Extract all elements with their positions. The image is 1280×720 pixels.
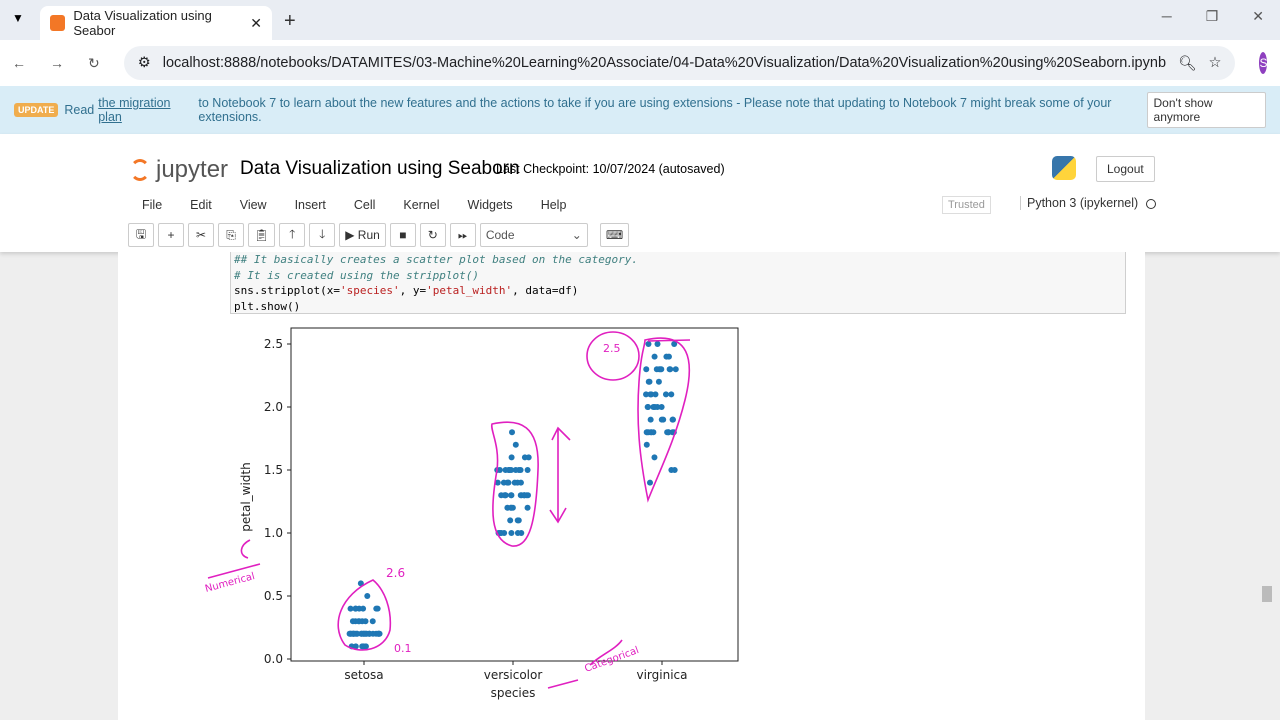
page-scrollbar[interactable] <box>1262 586 1272 602</box>
python-logo-icon <box>1052 156 1076 180</box>
site-info-icon[interactable]: ⚙ <box>138 55 151 71</box>
cell-type-select[interactable]: Code ⌄ <box>479 223 588 247</box>
interrupt-button[interactable]: ■ <box>389 223 416 247</box>
banner-text-pre: Read <box>64 103 95 117</box>
menu-edit[interactable]: Edit <box>190 198 212 212</box>
profile-avatar[interactable]: S <box>1259 52 1268 74</box>
address-bar: ← → ↻ ⚙ localhost:8888/notebooks/DATAMIT… <box>0 40 1280 86</box>
update-banner: UPDATE Read the migration plan to Notebo… <box>0 86 1280 134</box>
update-badge: UPDATE <box>14 103 59 117</box>
jupyter-logo[interactable]: jupyter <box>130 156 228 184</box>
code-cell[interactable]: ## It basically creates a scatter plot b… <box>230 252 1126 314</box>
dont-show-anymore-button[interactable]: Don't show anymore <box>1146 92 1266 128</box>
migration-plan-link[interactable]: the migration plan <box>98 96 194 124</box>
banner-text: to Notebook 7 to learn about the new fea… <box>198 96 1112 124</box>
code-token: , y= <box>399 284 427 297</box>
browser-tab[interactable]: Data Visualization using Seabor ✕ <box>40 6 272 40</box>
restart-run-all-button[interactable]: ⏩︎ <box>449 223 476 247</box>
run-label: Run <box>357 228 380 242</box>
restart-button[interactable]: ↻ <box>419 223 446 247</box>
code-line: # It is created using the stripplot() <box>234 268 480 282</box>
cut-button[interactable]: ✂ <box>188 223 214 247</box>
cell-type-value: Code <box>485 228 515 242</box>
checkpoint-status: Last Checkpoint: 10/07/2024 (autosaved) <box>496 162 725 176</box>
code-line: ## It basically creates a scatter plot b… <box>234 253 638 266</box>
tab-search-icon[interactable]: ▼ <box>12 11 24 25</box>
copy-button[interactable]: ⎘ <box>218 223 244 247</box>
forward-icon[interactable]: → <box>50 55 64 71</box>
menu-bar: File Edit View Insert Cell Kernel Widget… <box>128 192 1152 218</box>
menu-cell[interactable]: Cell <box>354 198 376 212</box>
chevron-down-icon: ⌄ <box>571 228 582 242</box>
close-window-icon[interactable]: ✕ <box>1252 8 1264 25</box>
close-tab-icon[interactable]: ✕ <box>250 15 262 32</box>
jupyter-logo-icon <box>130 159 150 181</box>
notebook-title[interactable]: Data Visualization using Seaborn <box>240 158 520 180</box>
reload-icon[interactable]: ↻ <box>88 55 100 72</box>
menu-help[interactable]: Help <box>541 198 567 212</box>
command-palette-button[interactable]: ⌨ <box>599 223 630 247</box>
zoom-icon[interactable]: 🔍︎ <box>1178 55 1196 72</box>
minimize-icon[interactable]: ─ <box>1162 8 1172 25</box>
url-field[interactable]: ⚙ localhost:8888/notebooks/DATAMITES/03-… <box>123 46 1236 80</box>
restore-icon[interactable]: ❐ <box>1206 8 1219 25</box>
run-button[interactable]: ▶ Run <box>339 223 386 247</box>
code-token: sns.stripplot(x= <box>234 284 340 297</box>
kernel-indicator[interactable]: Python 3 (ipykernel) <box>1020 196 1157 210</box>
browser-tab-bar: ▼ Data Visualization using Seabor ✕ + ─ ❐… <box>0 0 1280 40</box>
notebook-header: jupyter Data Visualization using Seaborn… <box>0 134 1280 252</box>
menu-view[interactable]: View <box>240 198 267 212</box>
move-down-button[interactable]: 🡓 <box>309 223 336 247</box>
menu-file[interactable]: File <box>142 198 162 212</box>
menu-insert[interactable]: Insert <box>295 198 326 212</box>
code-line: plt.show() <box>234 299 301 313</box>
move-up-button[interactable]: 🡑 <box>279 223 306 247</box>
url-text: localhost:8888/notebooks/DATAMITES/03-Ma… <box>162 55 1167 71</box>
notebook-page: ## It basically creates a scatter plot b… <box>118 252 1145 720</box>
new-tab-icon[interactable]: + <box>284 10 296 33</box>
code-token: , data=df) <box>512 284 579 297</box>
kernel-idle-icon <box>1146 198 1157 209</box>
insert-cell-button[interactable]: + <box>158 223 184 247</box>
trusted-indicator[interactable]: Trusted <box>942 196 991 214</box>
back-icon[interactable]: ← <box>12 55 26 71</box>
bookmark-star-icon[interactable]: ☆ <box>1208 55 1221 71</box>
code-line: sns.stripplot(x='species', y='petal_widt… <box>231 283 1125 299</box>
kernel-name: Python 3 (ipykernel) <box>1027 196 1139 210</box>
save-button[interactable]: 🖫 <box>128 223 154 247</box>
notebook-toolbar: 🖫 + ✂ ⎘ 📋︎ 🡑 🡓 ▶ Run ■ ↻ ⏩︎ Code ⌄ ⌨ <box>128 223 630 247</box>
jupyter-favicon-icon <box>50 15 66 31</box>
tab-title: Data Visualization using Seabor <box>73 8 212 38</box>
code-token: 'petal_width' <box>426 284 513 297</box>
paste-button[interactable]: 📋︎ <box>248 223 276 247</box>
code-token: 'species' <box>339 284 400 297</box>
jupyter-logo-text: jupyter <box>156 156 229 183</box>
menu-widgets[interactable]: Widgets <box>468 198 513 212</box>
menu-kernel[interactable]: Kernel <box>403 198 439 212</box>
logout-button[interactable]: Logout <box>1096 156 1155 182</box>
